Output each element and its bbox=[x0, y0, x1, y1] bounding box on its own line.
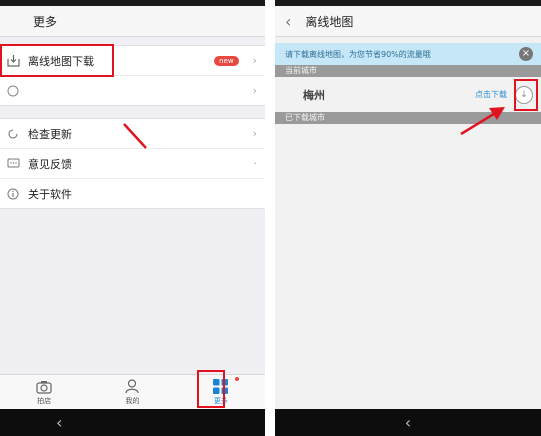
separator bbox=[265, 0, 275, 436]
section-header-current-city: 当前城市 bbox=[275, 65, 541, 77]
notification-dot bbox=[234, 377, 239, 381]
menu-item-about[interactable]: 关于软件 bbox=[0, 179, 265, 208]
page-title: 更多 bbox=[33, 14, 58, 29]
menu-item-label: 意见反馈 bbox=[28, 157, 72, 171]
close-icon[interactable]: × bbox=[519, 47, 533, 61]
tab-mine[interactable]: 我的 bbox=[88, 375, 176, 409]
menu-item-blank[interactable]: › bbox=[0, 76, 265, 105]
menu-item-check-update[interactable]: 检查更新 › bbox=[0, 119, 265, 149]
city-row: 梅州 点击下载 ↓ bbox=[275, 77, 541, 112]
city-name: 梅州 bbox=[303, 88, 325, 102]
notice-text: 请下载离线地图，为您节省90%的流量哦 bbox=[285, 49, 431, 59]
new-badge: new bbox=[214, 55, 239, 66]
chevron-right-icon: · bbox=[253, 157, 258, 170]
nav-back-icon[interactable]: ‹ bbox=[405, 413, 411, 432]
page-title: 离线地图 bbox=[305, 14, 354, 29]
system-nav-bar: ‹ bbox=[0, 409, 265, 436]
notice-banner: 请下载离线地图，为您节省90%的流量哦 × bbox=[275, 43, 541, 65]
offline-map-screen: ‹ 离线地图 请下载离线地图，为您节省90%的流量哦 × 当前城市 梅州 点击下… bbox=[275, 0, 541, 436]
person-icon bbox=[125, 379, 140, 395]
chat-bubble-icon bbox=[6, 157, 20, 171]
back-arrow-icon[interactable]: ‹ bbox=[285, 12, 291, 31]
highlight-box bbox=[196, 370, 225, 408]
info-icon bbox=[6, 187, 20, 201]
highlight-box bbox=[514, 79, 538, 111]
app-bar: ‹ 离线地图 bbox=[275, 6, 541, 37]
app-bar: 更多 bbox=[0, 6, 265, 37]
circle-icon bbox=[6, 84, 20, 98]
more-screen: 更多 离线地图下载 new › › 检查更新 › 意见反馈 · 关于软件 拍店 … bbox=[0, 0, 265, 436]
chevron-right-icon: › bbox=[252, 54, 257, 67]
nav-back-icon[interactable]: ‹ bbox=[56, 413, 62, 432]
refresh-icon bbox=[6, 127, 20, 141]
tab-more[interactable]: 更多 bbox=[177, 370, 265, 409]
tab-label: 拍店 bbox=[37, 396, 52, 405]
download-link[interactable]: 点击下载 bbox=[475, 89, 507, 100]
chevron-right-icon: › bbox=[252, 84, 257, 97]
camera-icon bbox=[36, 379, 52, 395]
menu-group-2: 检查更新 › 意见反馈 · 关于软件 bbox=[0, 118, 265, 209]
tab-shop[interactable]: 拍店 bbox=[0, 375, 88, 409]
highlight-box bbox=[0, 44, 114, 77]
bottom-tab-bar: 拍店 我的 更多 bbox=[0, 370, 265, 409]
menu-item-label: 关于软件 bbox=[28, 187, 72, 201]
menu-item-label: 检查更新 bbox=[28, 127, 72, 141]
tab-label: 我的 bbox=[125, 396, 140, 405]
section-header-downloaded-cities: 已下载城市 bbox=[275, 112, 541, 124]
chevron-right-icon: › bbox=[252, 127, 257, 140]
system-nav-bar: ‹ bbox=[275, 409, 541, 436]
menu-item-feedback[interactable]: 意见反馈 · bbox=[0, 149, 265, 179]
